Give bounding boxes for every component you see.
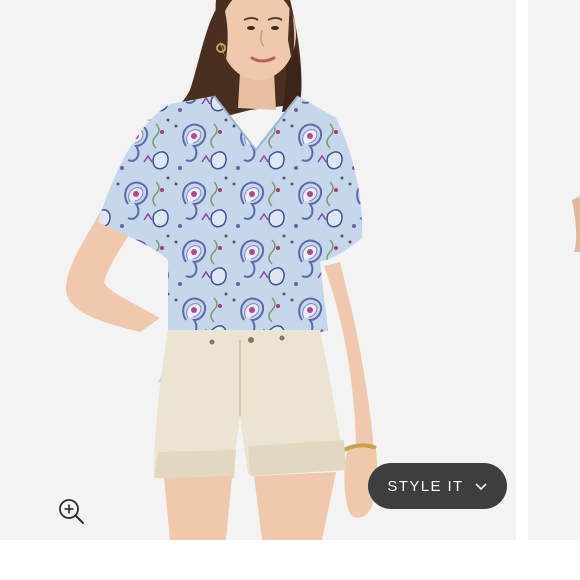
product-image-main[interactable]: STYLE IT <box>0 0 516 540</box>
chevron-down-icon <box>475 483 487 491</box>
next-image-peek <box>528 0 580 540</box>
zoom-button[interactable] <box>57 497 85 525</box>
style-it-label: STYLE IT <box>387 477 464 495</box>
zoom-in-icon <box>59 499 84 524</box>
model-photo <box>0 0 516 540</box>
product-image-next-preview[interactable] <box>528 0 580 540</box>
product-image-carousel[interactable]: STYLE IT <box>0 0 580 540</box>
style-it-button[interactable]: STYLE IT <box>368 463 507 509</box>
